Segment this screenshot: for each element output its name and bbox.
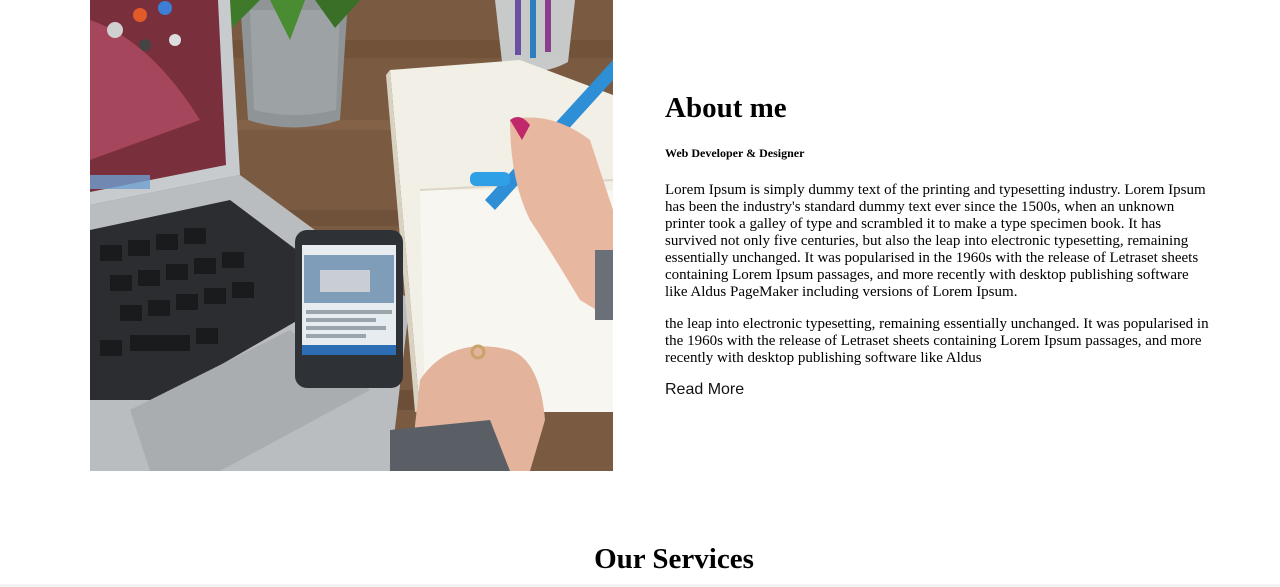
about-section: About me Web Developer & Designer Lorem … (665, 90, 1210, 400)
about-heading: About me (665, 92, 787, 124)
about-paragraph-2: the leap into electronic typesetting, re… (665, 316, 1209, 366)
about-subheading: Web Developer & Designer (665, 146, 805, 160)
about-paragraph-1: Lorem Ipsum is simply dummy text of the … (665, 182, 1206, 300)
about-photo (90, 0, 613, 471)
read-more-link[interactable]: Read More (665, 380, 744, 400)
services-heading: Our Services (594, 543, 754, 575)
